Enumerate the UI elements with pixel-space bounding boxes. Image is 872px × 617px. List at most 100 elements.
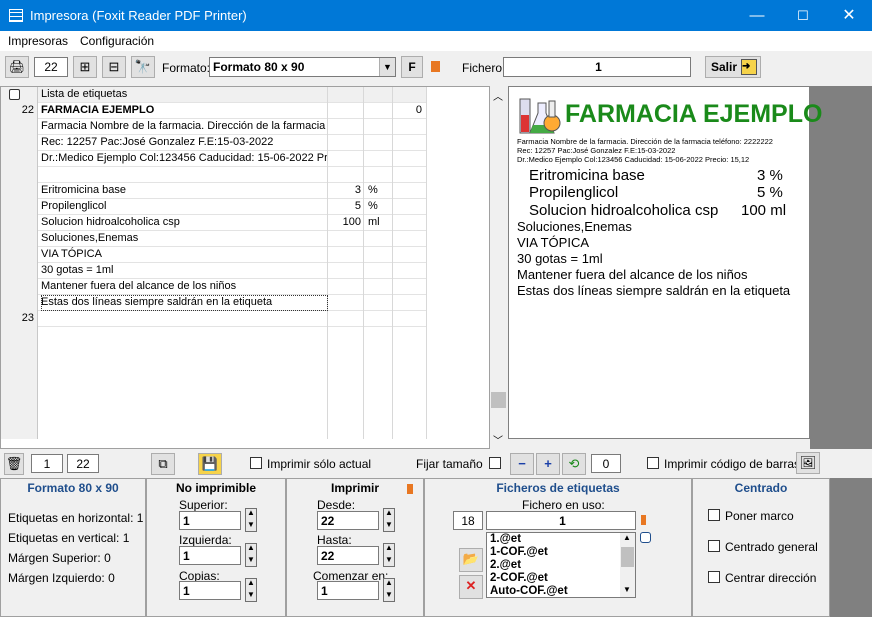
copias-field[interactable]: 1 [179,581,241,600]
table-row[interactable]: Estas dos líneas siempre saldrán en la e… [1,295,427,311]
zoom-field[interactable]: 0 [591,454,621,473]
row-extra[interactable] [394,135,427,151]
table-row[interactable]: 22 FARMACIA EJEMPLO 0 [1,103,427,119]
row-value[interactable] [329,263,364,279]
list-item[interactable]: 1.@et [490,533,568,546]
labels-grid[interactable]: Lista de etiquetas 22 FARMACIA EJEMPLO 0 Fa… [0,86,490,449]
row-number[interactable] [1,231,38,247]
row-number[interactable] [1,279,38,295]
row-number[interactable] [1,135,38,151]
row-value[interactable] [329,231,364,247]
izquierda-spinner[interactable] [245,543,257,567]
zoom-in-icon[interactable]: + [536,453,560,475]
row-unit[interactable] [365,103,393,119]
desde-spinner[interactable] [383,508,395,532]
row-text[interactable]: Mantener fuera del alcance de los niños [41,279,328,295]
row-unit[interactable] [365,151,393,167]
desde-field[interactable]: 22 [317,511,379,530]
table-row[interactable]: Mantener fuera del alcance de los niños [1,279,427,295]
row-unit[interactable] [365,119,393,135]
copias-spinner[interactable] [245,578,257,602]
row-value[interactable] [329,295,364,311]
file-marker-icon[interactable] [641,515,646,525]
scroll-thumb[interactable] [491,392,506,408]
file-scroll-up-icon[interactable]: ▲ [623,533,631,542]
trash-icon[interactable]: 🗑 [4,453,24,475]
header-checkbox[interactable] [1,87,38,103]
image-icon[interactable]: 🖼 [796,452,820,474]
table-row[interactable]: 23 [1,311,427,327]
open-folder-icon[interactable]: 📂 [459,548,483,572]
row-text[interactable]: Solucion hidroalcoholica csp [41,215,328,231]
row-number[interactable] [1,199,38,215]
hasta-spinner[interactable] [383,543,395,567]
row-extra[interactable] [394,215,427,231]
table-row[interactable]: Propilenglicol 5% [1,199,427,215]
count-field[interactable]: 22 [34,57,68,77]
row-text[interactable]: Propilenglicol [41,199,328,215]
range-to-field[interactable]: 22 [67,454,99,473]
row-unit[interactable] [365,263,393,279]
table-row[interactable]: Rec: 12257 Pac:José Gonzalez F.E:15-03-2… [1,135,427,151]
row-extra[interactable]: 0 [394,103,427,119]
delete-file-icon[interactable]: ✕ [459,575,483,599]
color-marker-icon[interactable] [431,61,440,72]
row-extra[interactable] [394,279,427,295]
comenzar-spinner[interactable] [383,578,395,602]
row-text[interactable]: FARMACIA EJEMPLO [41,103,328,119]
refresh-icon[interactable]: ⟲ [562,453,586,475]
zoom-out-icon[interactable]: − [510,453,534,475]
row-value[interactable] [329,119,364,135]
chevron-down-icon[interactable]: ▼ [379,58,395,76]
row-text[interactable]: Estas dos líneas siempre saldrán en la e… [41,295,328,311]
fijar-tamano-checkbox[interactable] [489,457,501,469]
file-scroll-thumb[interactable] [621,547,634,567]
row-text[interactable]: Farmacia Nombre de la farmacia. Direcció… [41,119,328,135]
orange-marker-icon[interactable] [407,484,413,494]
row-unit[interactable]: % [365,199,393,215]
row-text[interactable]: Rec: 12257 Pac:José Gonzalez F.E:15-03-2… [41,135,328,151]
row-unit[interactable] [365,231,393,247]
row-unit[interactable] [365,167,393,183]
row-value[interactable] [329,135,364,151]
file-list-scrollbar[interactable]: ▲ ▼ [620,533,635,597]
imprimir-actual-checkbox[interactable] [250,457,262,469]
row-value[interactable]: 3 [329,183,364,199]
table-row[interactable]: VIA TÓPICA [1,247,427,263]
row-text[interactable]: Eritromicina base [41,183,328,199]
file-count-field[interactable]: 18 [453,511,483,530]
row-text[interactable]: 30 gotas = 1ml [41,263,328,279]
table-row[interactable]: Solucion hidroalcoholica csp 100 ml [1,215,427,231]
fit-height-icon[interactable]: ⊟ [102,56,126,78]
row-extra[interactable] [394,183,427,199]
formato-select[interactable]: Formato 80 x 90 ▼ [209,57,396,77]
row-extra[interactable] [394,295,427,311]
row-unit[interactable] [365,247,393,263]
superior-spinner[interactable] [245,508,257,532]
scroll-down-icon[interactable]: ﹀ [493,432,503,447]
row-extra[interactable] [394,151,427,167]
comenzar-field[interactable]: 1 [317,581,379,600]
row-extra[interactable] [394,311,427,327]
row-extra[interactable] [394,119,427,135]
current-file-field[interactable]: 1 [486,511,636,530]
menu-impresoras[interactable]: Impresoras [8,34,68,48]
table-row[interactable] [1,167,427,183]
table-row[interactable]: 30 gotas = 1ml [1,263,427,279]
centrado-general-checkbox[interactable] [708,540,720,552]
scroll-up-icon[interactable]: ︿ [493,88,503,103]
grid-scrollbar[interactable]: ︿ ﹀ [490,86,507,449]
row-number[interactable] [1,183,38,199]
binoculars-icon[interactable]: 🔭 [131,56,155,78]
row-value[interactable] [329,151,364,167]
row-value[interactable] [329,103,364,119]
option-toggle-icon[interactable] [640,532,651,543]
row-number[interactable] [1,151,38,167]
minimize-button[interactable]: — [734,0,780,31]
row-value[interactable]: 100 [329,215,364,231]
row-value[interactable] [329,167,364,183]
list-item[interactable]: 2-COF.@et [490,572,568,585]
table-row[interactable]: Farmacia Nombre de la farmacia. Direcció… [1,119,427,135]
row-number[interactable] [1,215,38,231]
row-extra[interactable] [394,263,427,279]
